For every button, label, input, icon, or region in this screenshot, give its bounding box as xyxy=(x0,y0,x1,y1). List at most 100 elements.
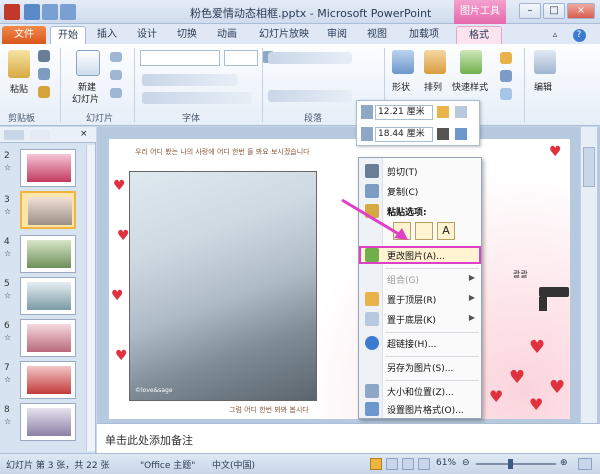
paste-icon[interactable] xyxy=(8,50,30,78)
tab-design[interactable]: 设计 xyxy=(132,26,162,44)
slide-sorter-icon[interactable] xyxy=(386,458,398,470)
slide-thumbnail[interactable] xyxy=(20,403,76,441)
undo-icon[interactable] xyxy=(42,4,58,20)
menu-separator xyxy=(385,268,479,269)
layout-icon[interactable] xyxy=(110,52,122,62)
notes-placeholder: 单击此处添加备注 xyxy=(105,434,193,447)
slide-thumbnail[interactable] xyxy=(20,235,76,273)
bring-forward-icon[interactable] xyxy=(437,106,449,118)
width-input[interactable]: 18.44 厘米 xyxy=(375,127,433,142)
rotate-icon[interactable] xyxy=(455,128,467,140)
tab-slideshow[interactable]: 幻灯片放映 xyxy=(256,26,312,44)
help-icon[interactable]: ? xyxy=(570,26,588,44)
cut-icon[interactable] xyxy=(38,50,50,62)
menu-item-bring-to-front[interactable]: 置于顶层(R) ▶ xyxy=(359,290,481,308)
new-slide-label-2[interactable]: 幻灯片 xyxy=(72,92,99,105)
zoom-level[interactable]: 61% xyxy=(436,458,456,468)
tab-insert[interactable]: 插入 xyxy=(92,26,122,44)
outline-tab-icon[interactable] xyxy=(30,130,50,140)
slide-bottom-text: 그럼 어디 한번 봐봐 봅시다 xyxy=(229,406,309,414)
slide-canvas[interactable]: ♥ ♥ ♥ ♥ ♥ ♥ ♥ ♥ ♥ ♥ 우리 어디 봤는 나의 사랑에 어디 한… xyxy=(109,139,570,419)
slide-thumbnail[interactable] xyxy=(20,149,76,187)
format-painter-icon[interactable] xyxy=(38,86,50,98)
ribbon-minimize-icon[interactable]: ▵ xyxy=(548,26,562,44)
send-back-icon xyxy=(365,312,379,326)
menu-item-send-to-back[interactable]: 置于底层(K) ▶ xyxy=(359,310,481,328)
menu-item-cut[interactable]: 剪切(T) xyxy=(359,162,481,180)
tab-format[interactable]: 格式 xyxy=(456,26,502,44)
arrange-icon[interactable] xyxy=(424,50,446,74)
shapes-button[interactable]: 形状 xyxy=(392,80,410,93)
zoom-out-icon[interactable]: ⊖ xyxy=(462,458,470,468)
vertical-scrollbar[interactable] xyxy=(580,127,597,423)
shape-effects-icon[interactable] xyxy=(500,88,512,100)
font-style-buttons[interactable] xyxy=(142,74,238,86)
height-icon xyxy=(361,105,373,119)
tab-home[interactable]: 开始 xyxy=(50,26,86,44)
menu-item-format-picture[interactable]: 设置图片格式(O)... xyxy=(359,400,481,418)
shape-outline-icon[interactable] xyxy=(500,70,512,82)
paste-button[interactable]: 粘贴 xyxy=(10,82,28,95)
quick-styles-icon[interactable] xyxy=(460,50,482,74)
heart-icon: ♥ xyxy=(529,395,544,414)
fit-window-icon[interactable] xyxy=(578,458,592,470)
pane-close-icon[interactable]: × xyxy=(80,129,88,139)
binoculars-icon[interactable] xyxy=(534,50,556,74)
height-input[interactable]: 12.21 厘米 xyxy=(375,105,433,120)
language-indicator[interactable]: 中文(中国) xyxy=(212,458,255,471)
font-size-combo[interactable] xyxy=(224,50,258,66)
quick-styles-button[interactable]: 快速样式 xyxy=(452,80,488,93)
font-name-combo[interactable] xyxy=(140,50,220,66)
reset-icon[interactable] xyxy=(110,70,122,80)
save-icon[interactable] xyxy=(24,4,40,20)
arrange-button[interactable]: 排列 xyxy=(424,80,442,93)
tab-file[interactable]: 文件 xyxy=(2,26,46,44)
slide-thumbnail-selected[interactable] xyxy=(20,191,76,229)
tab-transitions[interactable]: 切换 xyxy=(172,26,202,44)
tab-view[interactable]: 视图 xyxy=(362,26,392,44)
crop-icon[interactable] xyxy=(437,128,449,140)
menu-item-hyperlink[interactable]: 超链接(H)... xyxy=(359,334,481,352)
slide-thumbnail[interactable] xyxy=(20,277,76,315)
thumbnail-scrollbar[interactable] xyxy=(86,145,95,451)
bring-front-icon xyxy=(365,292,379,306)
scroll-thumb[interactable] xyxy=(583,147,595,187)
menu-item-save-as-picture[interactable]: 另存为图片(S)... xyxy=(359,358,481,376)
shape-fill-icon[interactable] xyxy=(500,52,512,64)
slide-thumbnail[interactable] xyxy=(20,319,76,357)
section-icon[interactable] xyxy=(110,88,122,98)
notes-pane[interactable]: 单击此处添加备注 xyxy=(97,423,600,453)
close-button[interactable]: × xyxy=(567,3,595,19)
zoom-slider-thumb[interactable] xyxy=(508,459,513,469)
list-buttons[interactable] xyxy=(268,52,352,64)
copy-icon[interactable] xyxy=(38,68,50,80)
normal-view-icon[interactable] xyxy=(370,458,382,470)
tab-addins[interactable]: 加载项 xyxy=(404,26,444,44)
paste-text-only-button[interactable]: A xyxy=(437,222,455,240)
font-color-buttons[interactable] xyxy=(142,92,252,104)
thumb-star-icon: ☆ xyxy=(4,375,12,384)
send-backward-icon[interactable] xyxy=(455,106,467,118)
slide-thumbnail[interactable] xyxy=(20,361,76,399)
slide-editing-area: ♥ ♥ ♥ ♥ ♥ ♥ ♥ ♥ ♥ ♥ 우리 어디 봤는 나의 사랑에 어디 한… xyxy=(97,127,600,423)
redo-icon[interactable] xyxy=(60,4,76,20)
zoom-in-icon[interactable]: ⊕ xyxy=(560,458,568,468)
zoom-slider[interactable] xyxy=(476,463,556,465)
align-buttons[interactable] xyxy=(268,90,352,102)
slide-thumbnail-pane: × 2 ☆ 3 ☆ 4 ☆ 5 ☆ 6 ☆ 7 ☆ 8 ☆ xyxy=(0,127,96,453)
minimize-button[interactable]: – xyxy=(519,3,541,19)
edit-button[interactable]: 编辑 xyxy=(534,80,552,93)
slideshow-icon[interactable] xyxy=(418,458,430,470)
reading-view-icon[interactable] xyxy=(402,458,414,470)
shapes-icon[interactable] xyxy=(392,50,414,74)
tab-animations[interactable]: 动画 xyxy=(212,26,242,44)
new-slide-icon[interactable] xyxy=(76,50,100,76)
menu-item-size-position[interactable]: 大小和位置(Z)... xyxy=(359,382,481,400)
menu-item-change-picture[interactable]: 更改图片(A)... xyxy=(359,246,481,264)
slides-tab-icon[interactable] xyxy=(4,130,24,140)
maximize-button[interactable]: □ xyxy=(543,3,565,19)
picture-tools-label: 图片工具 xyxy=(454,0,506,24)
heart-icon: ♥ xyxy=(509,367,526,388)
tab-review[interactable]: 审阅 xyxy=(322,26,352,44)
group-divider xyxy=(134,48,135,122)
